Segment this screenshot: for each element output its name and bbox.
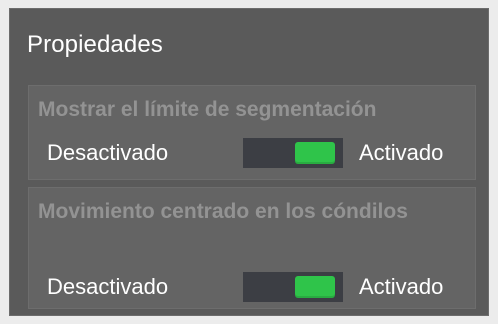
panel-title: Propiedades xyxy=(27,31,163,58)
show-segmentation-limit-toggle[interactable] xyxy=(243,138,343,168)
condyle-centered-movement-toggle[interactable] xyxy=(243,272,343,302)
toggle-off-label: Desactivado xyxy=(47,274,169,299)
toggle-knob xyxy=(295,276,335,298)
toggle-off-label: Desactivado xyxy=(47,140,169,165)
section-title: Mostrar el límite de segmentación xyxy=(38,98,377,121)
properties-panel: Propiedades Mostrar el límite de segment… xyxy=(9,8,489,316)
toggle-row: Desactivado Activado xyxy=(29,268,475,308)
show-segmentation-limit-section: Mostrar el límite de segmentación Desact… xyxy=(28,85,476,180)
section-title: Movimiento centrado en los cóndilos xyxy=(38,200,408,223)
toggle-knob xyxy=(295,142,335,164)
toggle-on-label: Activado xyxy=(359,274,444,299)
condyle-centered-movement-section: Movimiento centrado en los cóndilos Desa… xyxy=(28,187,476,309)
toggle-on-label: Activado xyxy=(359,140,444,165)
toggle-row: Desactivado Activado xyxy=(29,134,475,174)
